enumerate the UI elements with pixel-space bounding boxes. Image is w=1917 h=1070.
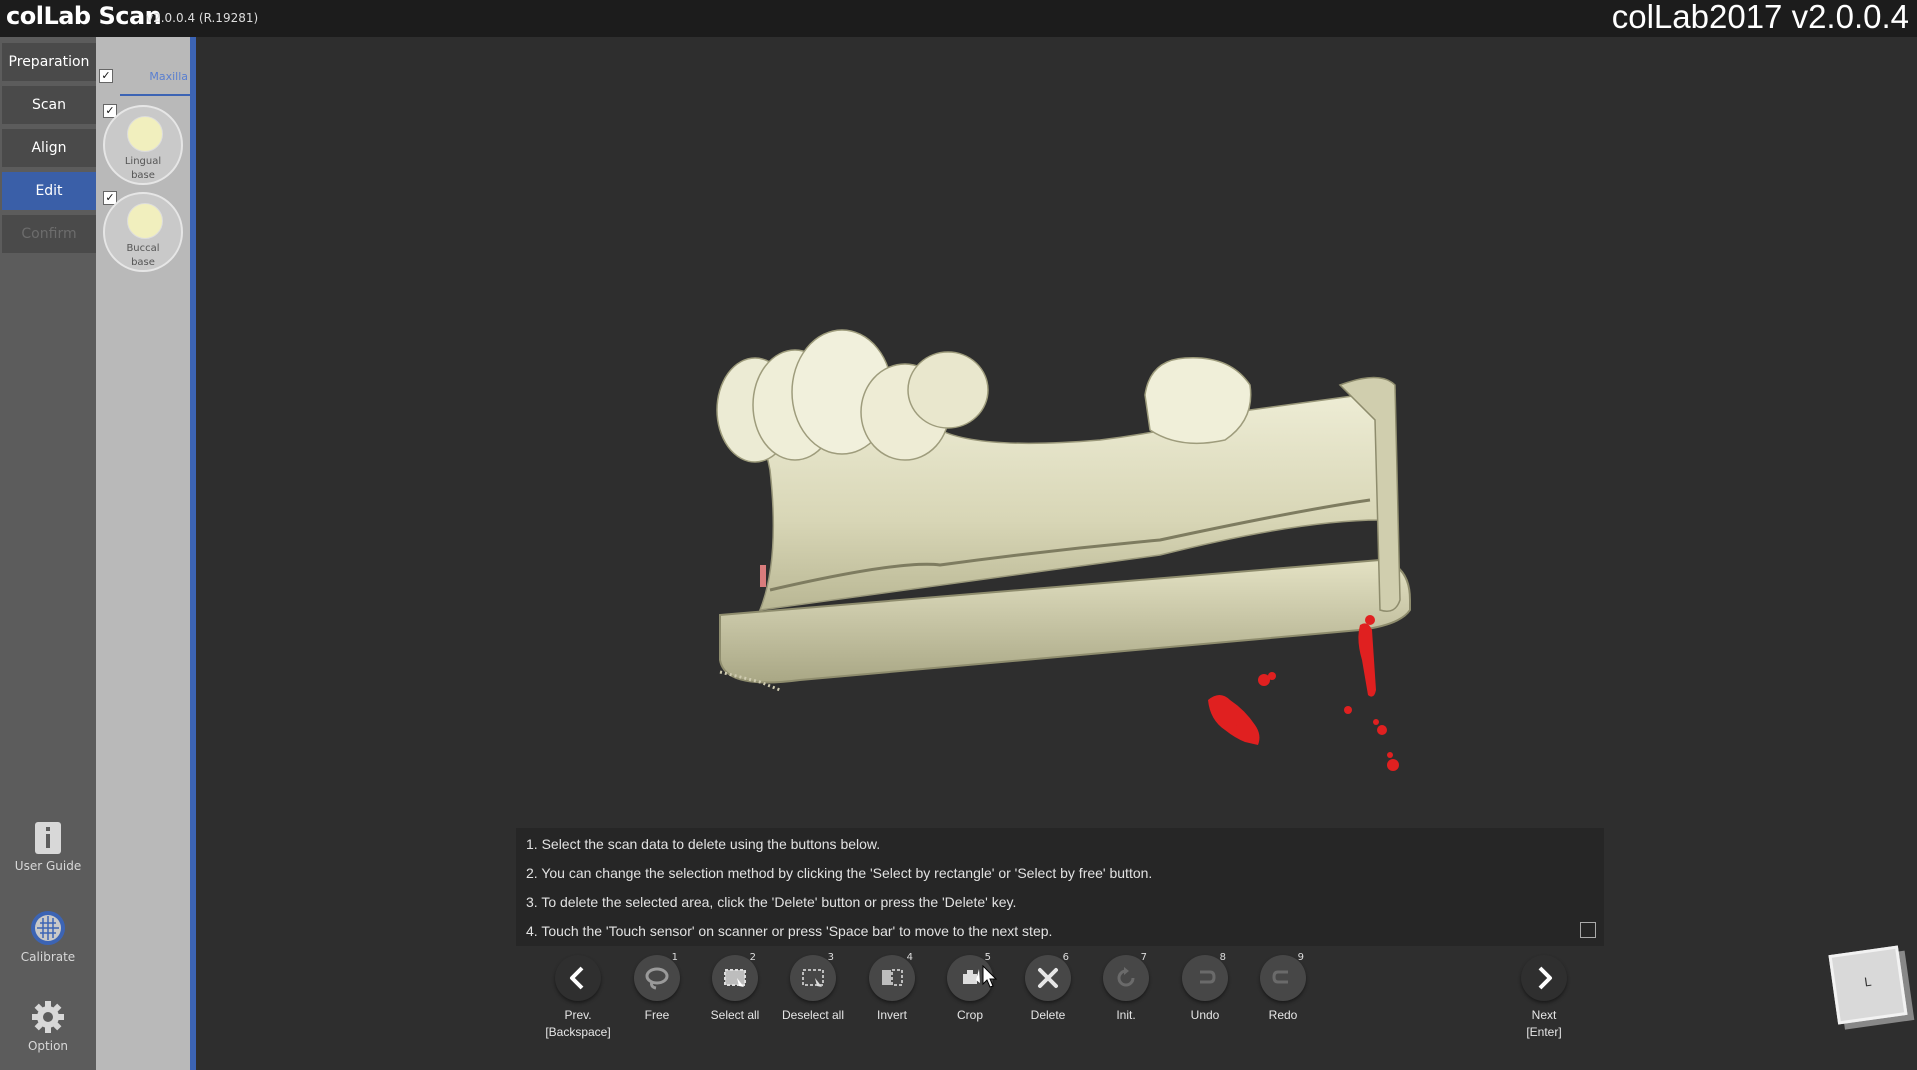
- orientation-cube[interactable]: L: [1828, 945, 1908, 1025]
- nav-preparation[interactable]: Preparation: [2, 43, 96, 83]
- option-label: Option: [27, 1039, 69, 1053]
- select-all-button[interactable]: 2 Select all: [700, 952, 770, 1024]
- scan-item-label: Buccal base: [126, 243, 160, 268]
- instruction-line: 4. Touch the 'Touch sensor' on scanner o…: [526, 923, 1053, 939]
- prev-button[interactable]: Prev. [Backspace]: [543, 955, 613, 1041]
- deselect-all-icon: 3: [790, 952, 836, 1001]
- scan-item-label: Lingual base: [124, 156, 162, 181]
- calibrate-label: Calibrate: [20, 950, 76, 964]
- scan-item-lingual-base[interactable]: Lingual base: [103, 105, 183, 185]
- nav-edit[interactable]: Edit: [2, 172, 96, 212]
- mouse-cursor-icon: [982, 965, 998, 988]
- nav-scan[interactable]: Scan: [2, 86, 96, 126]
- undo-button: 8 Undo: [1170, 952, 1240, 1024]
- calibrate-icon: [30, 910, 66, 946]
- user-guide-button[interactable]: User Guide: [0, 821, 96, 873]
- instructions-panel: 1. Select the scan data to delete using …: [516, 828, 1604, 946]
- lasso-icon: 1: [634, 952, 680, 1001]
- init-button: 7 Init.: [1091, 952, 1161, 1024]
- select-all-icon: 2: [712, 952, 758, 1001]
- info-icon: [33, 821, 63, 855]
- gear-icon: [30, 999, 66, 1035]
- invert-icon: 4: [869, 952, 915, 1001]
- redo-icon: 9: [1260, 952, 1306, 1001]
- scan-color-swatch: [127, 116, 163, 152]
- nav-confirm: Confirm: [2, 215, 96, 255]
- expand-icon[interactable]: [1580, 922, 1596, 938]
- title-bar: colLab Scan v2.0.0.4 (R.19281) colLab201…: [0, 0, 1917, 37]
- delete-button[interactable]: 6 Delete: [1013, 952, 1083, 1024]
- undo-icon: 8: [1182, 952, 1228, 1001]
- option-button[interactable]: Option: [0, 999, 96, 1053]
- maxilla-checkbox[interactable]: ✓: [99, 69, 113, 83]
- free-select-button[interactable]: 1 Free: [622, 952, 692, 1024]
- scan-item-buccal-base[interactable]: Buccal base: [103, 192, 183, 272]
- init-icon: 7: [1103, 952, 1149, 1001]
- delete-icon: 6: [1025, 952, 1071, 1001]
- app-version: v2.0.0.4 (R.19281): [146, 11, 259, 25]
- instruction-line: 3. To delete the selected area, click th…: [526, 894, 1017, 910]
- scan-color-swatch: [127, 203, 163, 239]
- invert-button[interactable]: 4 Invert: [857, 952, 927, 1024]
- redo-button: 9 Redo: [1248, 952, 1318, 1024]
- instruction-line: 1. Select the scan data to delete using …: [526, 836, 881, 852]
- user-guide-label: User Guide: [14, 859, 82, 873]
- workflow-sidebar: Preparation Scan Align Edit Confirm User…: [0, 37, 96, 1070]
- maxilla-label: Maxilla: [149, 70, 188, 83]
- nav-align[interactable]: Align: [2, 129, 96, 169]
- brand-title: colLab2017 v2.0.0.4: [1611, 0, 1909, 35]
- maxilla-tab[interactable]: Maxilla: [120, 66, 190, 96]
- chevron-right-icon: [1521, 955, 1567, 1001]
- instruction-line: 2. You can change the selection method b…: [526, 865, 1153, 881]
- app-title: colLab Scan: [6, 2, 162, 30]
- chevron-left-icon: [555, 955, 601, 1001]
- calibrate-button[interactable]: Calibrate: [0, 910, 96, 964]
- deselect-all-button[interactable]: 3 Deselect all: [778, 952, 848, 1024]
- next-button[interactable]: Next [Enter]: [1509, 955, 1579, 1041]
